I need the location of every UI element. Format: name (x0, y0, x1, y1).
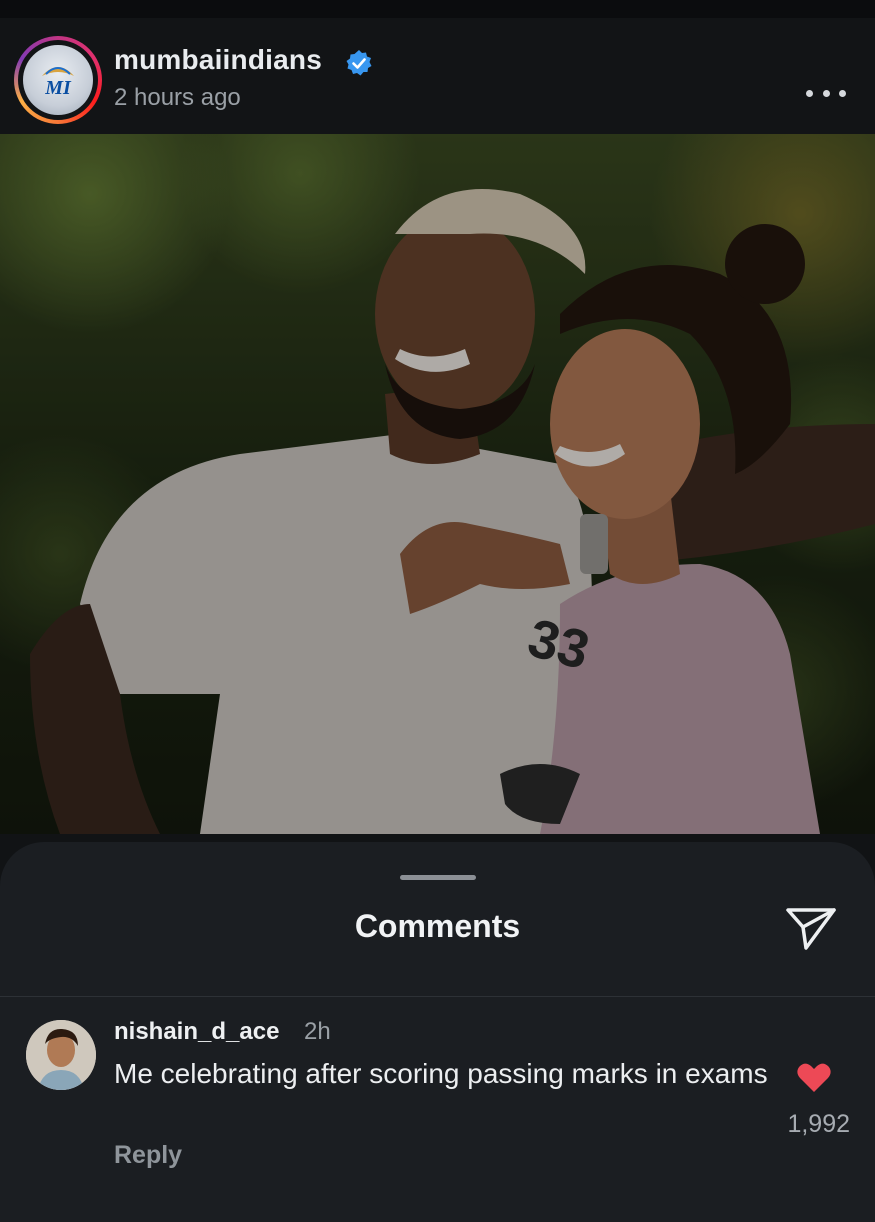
reply-button[interactable]: Reply (114, 1141, 182, 1170)
like-count: 1,992 (787, 1110, 850, 1138)
comment-time: 2h (304, 1018, 331, 1045)
profile-avatar[interactable]: MI (14, 36, 102, 124)
user-photo-icon (26, 1020, 96, 1090)
sheet-drag-handle[interactable] (400, 875, 476, 880)
sheet-divider (0, 996, 875, 997)
comment-text: Me celebrating after scoring passing mar… (114, 1058, 768, 1089)
post-header: MI mumbaiindians 2 hours ago (0, 18, 875, 134)
post-timestamp: 2 hours ago (114, 84, 241, 111)
comment-username[interactable]: nishain_d_ace (114, 1018, 279, 1046)
post-username[interactable]: mumbaiindians (114, 44, 322, 76)
heart-icon[interactable] (796, 1062, 832, 1094)
logo-text: MI (44, 77, 72, 99)
verified-badge-icon (346, 50, 372, 76)
couple-photo-image: 33 (0, 134, 875, 834)
comments-title: Comments (354, 908, 521, 944)
send-icon[interactable] (784, 904, 838, 952)
more-dots-icon (806, 89, 813, 97)
comment-avatar[interactable] (26, 1020, 96, 1090)
post-photo[interactable]: 33 (0, 134, 875, 834)
more-options-button[interactable] (806, 78, 846, 108)
mumbai-indians-logo: MI (23, 45, 93, 115)
comments-sheet: Comments nishain_d_ace 2h Me celebrating… (0, 842, 875, 1222)
status-bar (0, 0, 875, 19)
mi-crest-icon: MI (42, 67, 74, 99)
